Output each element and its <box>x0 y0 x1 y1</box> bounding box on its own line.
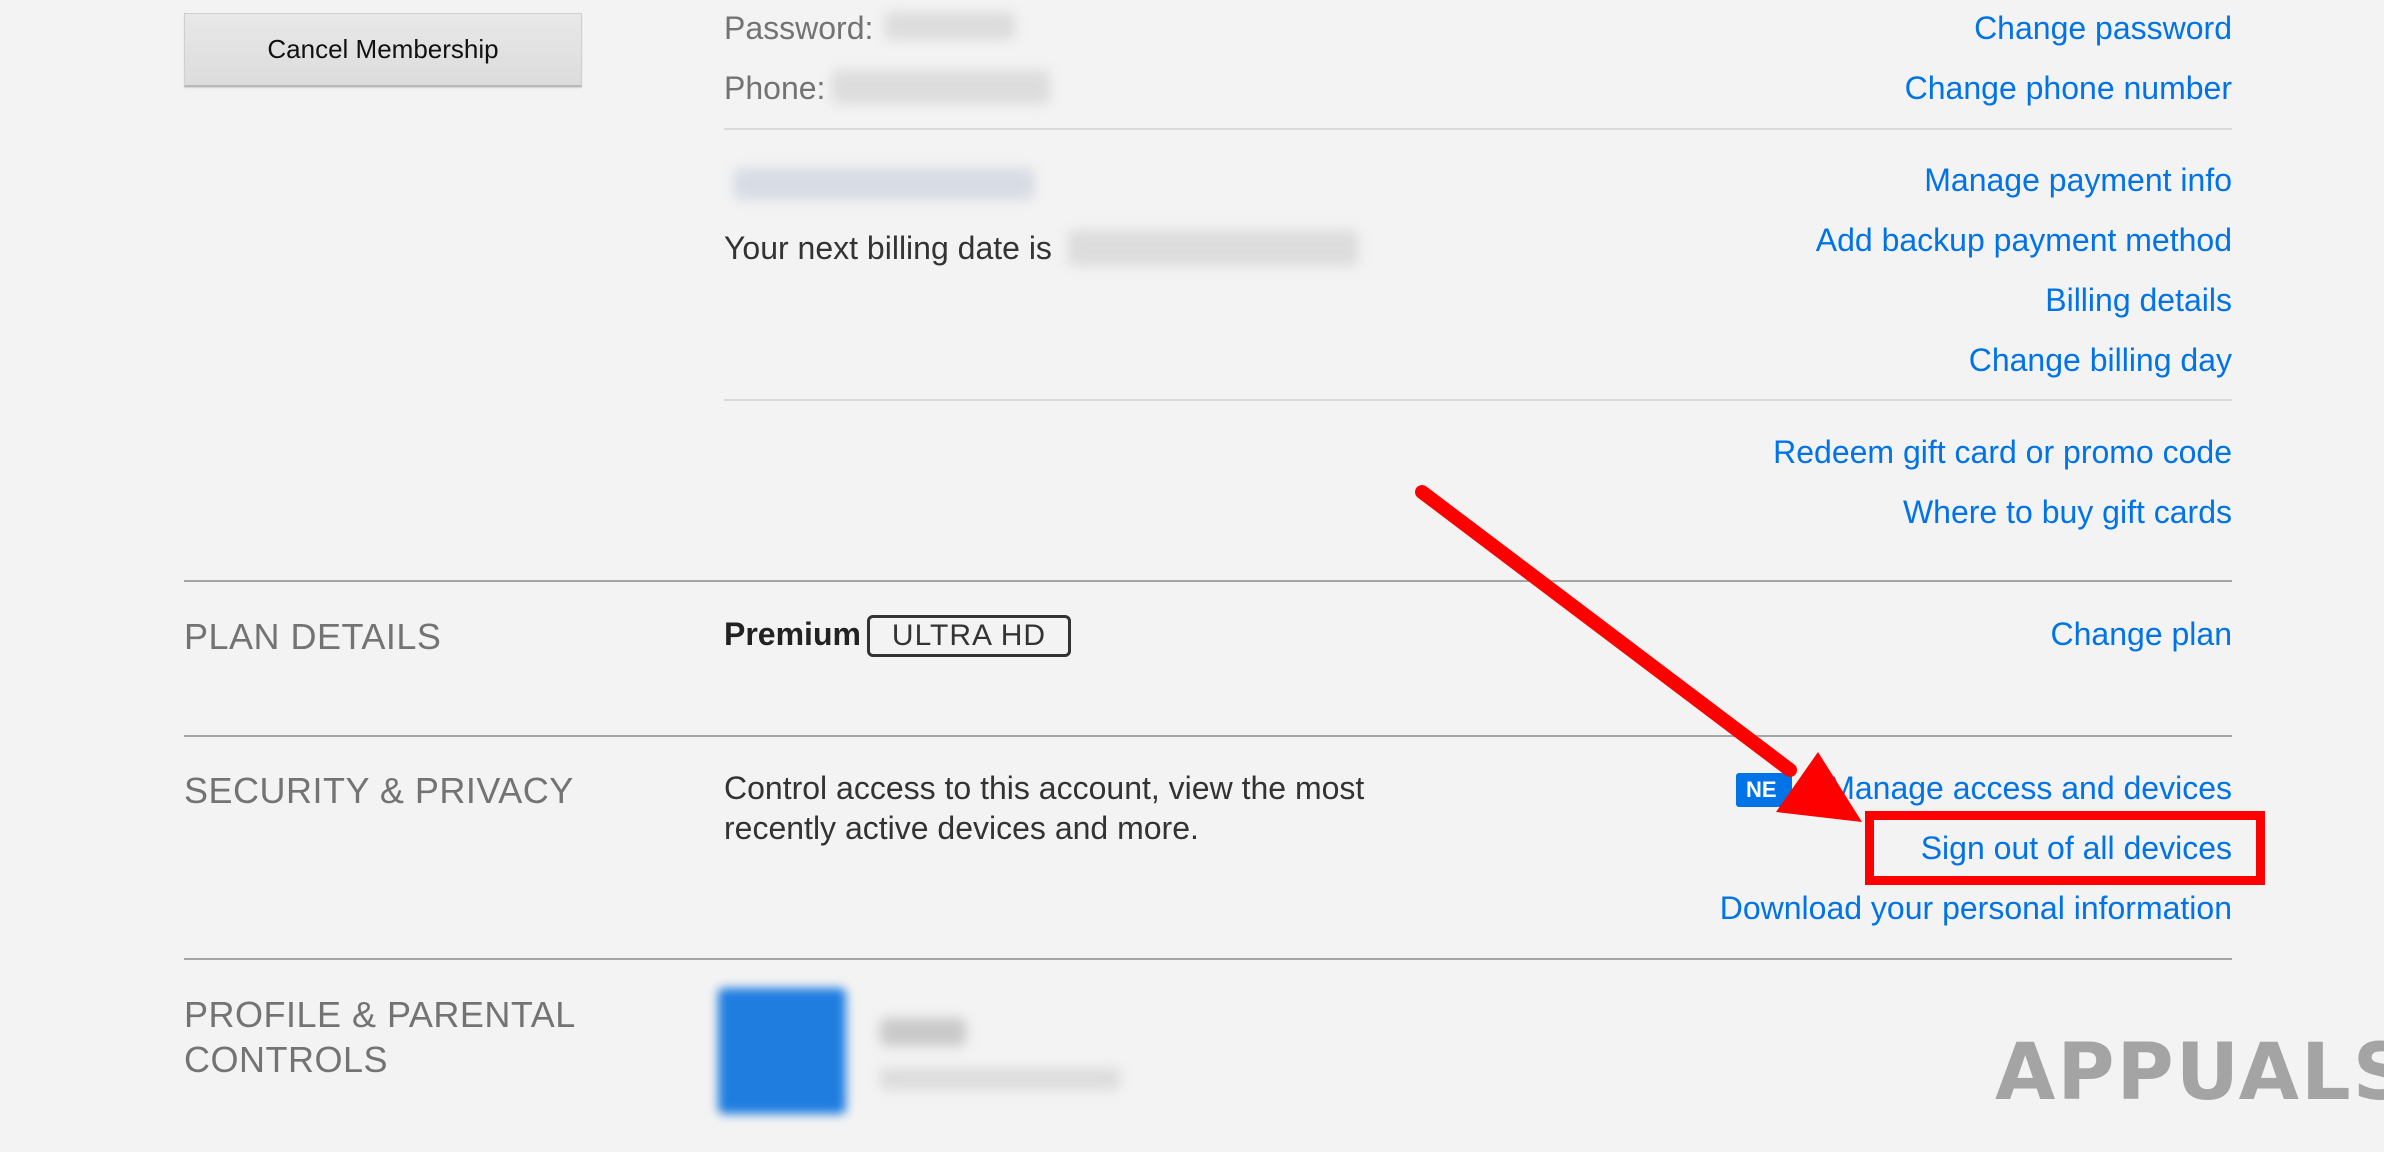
annotation-arrow <box>1415 485 1862 822</box>
appuals-watermark-logo: APPUALS <box>1995 1028 2384 1118</box>
annotation-highlight-box <box>1865 811 2265 885</box>
